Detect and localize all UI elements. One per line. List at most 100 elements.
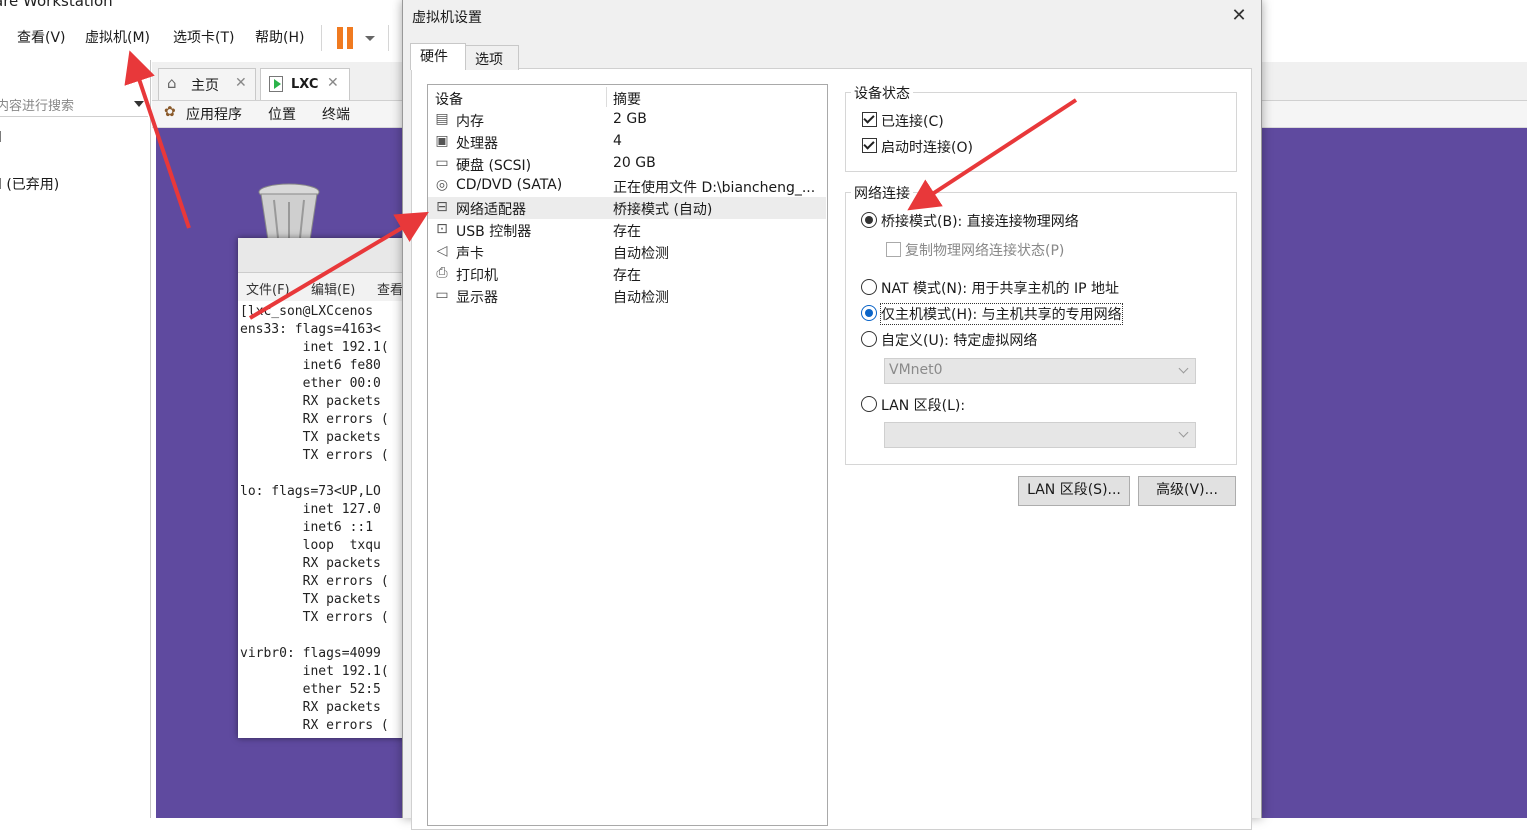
terminal-menu-edit[interactable]: 编辑(E) <box>311 279 355 298</box>
menu-view[interactable]: 查看(V) <box>17 27 66 47</box>
library-item-deprecated[interactable]: l (已弃用) <box>0 174 59 194</box>
device-list-header: 设备 摘要 <box>428 85 827 109</box>
tab-lxc[interactable]: LXC ✕ <box>260 68 350 100</box>
lan-segments-button[interactable]: LAN 区段(S)... <box>1018 476 1130 506</box>
pause-icon <box>337 27 343 49</box>
terminal-menu-file[interactable]: 文件(F) <box>246 279 290 298</box>
search-input[interactable]: 内容进行搜索 <box>0 92 148 117</box>
terminal-line: [lxc_son@LXCcenos <box>240 304 374 319</box>
close-icon[interactable]: ✕ <box>235 75 247 91</box>
terminal-line: lo: flags=73<UP,LO <box>240 484 381 499</box>
pause-button[interactable] <box>336 15 378 59</box>
lan-segment-select[interactable] <box>884 422 1196 448</box>
library-item[interactable]: l <box>0 130 2 146</box>
terminal-line: inet6 fe80 <box>240 358 381 373</box>
tab-home[interactable]: ⌂ 主页 ✕ <box>158 68 256 100</box>
device-row[interactable]: ◎ CD/DVD (SATA) 正在使用文件 D:\biancheng_... <box>428 175 826 197</box>
device-row[interactable]: ▭ 硬盘 (SCSI) 20 GB <box>428 153 826 175</box>
device-row[interactable]: ▤ 内存 2 GB <box>428 109 826 131</box>
custom-network-select[interactable]: VMnet0 <box>884 358 1196 384</box>
terminal-line: ether 00:0 <box>240 376 381 391</box>
guest-menu-terminal[interactable]: 终端 <box>322 104 350 124</box>
device-name: 显示器 <box>456 290 498 306</box>
terminal-menu-view[interactable]: 查看 <box>377 279 403 298</box>
terminal-menu-bar: 文件(F) 编辑(E) 查看 <box>238 273 408 301</box>
menu-help[interactable]: 帮助(H) <box>255 27 304 47</box>
connect-on-power-label[interactable]: 启动时连接(O) <box>881 137 973 157</box>
vm-settings-dialog: 虚拟机设置 ✕ 硬件 选项 设备 摘要 ▤ 内存 2 GB ▣ 处理器 4 ▭ 硬盘 (SCS… <box>402 0 1262 830</box>
custom-network-value: VMnet0 <box>889 362 943 378</box>
connect-on-power-checkbox[interactable] <box>862 138 877 153</box>
tab-options-label: 选项 <box>475 52 503 68</box>
menu-vm[interactable]: 虚拟机(M) <box>85 27 150 47</box>
device-status-label: 设备状态 <box>851 83 913 103</box>
terminal-line: RX packets <box>240 394 381 409</box>
device-name: 打印机 <box>456 268 498 284</box>
device-row[interactable]: ⊟ 网络适配器 桥接模式 (自动) <box>428 197 826 219</box>
guest-menu-places[interactable]: 位置 <box>268 104 296 124</box>
replicate-state-label[interactable]: 复制物理网络连接状态(P) <box>905 240 1064 260</box>
device-name: USB 控制器 <box>456 224 532 240</box>
terminal-title-bar[interactable] <box>238 238 408 273</box>
connected-label[interactable]: 已连接(C) <box>881 111 944 131</box>
device-row[interactable]: ▣ 处理器 4 <box>428 131 826 153</box>
window-title: are Workstation <box>0 0 113 10</box>
column-device[interactable]: 设备 <box>435 89 463 109</box>
close-icon[interactable]: ✕ <box>1227 4 1251 28</box>
nat-radio[interactable] <box>861 279 877 295</box>
terminal-line: ether 52:5 <box>240 682 381 697</box>
chevron-down-icon[interactable] <box>365 36 375 41</box>
tab-hardware[interactable]: 硬件 <box>410 43 466 70</box>
hard-disk-icon: ▭ <box>435 155 449 171</box>
device-name: CD/DVD (SATA) <box>456 177 563 193</box>
device-list[interactable]: 设备 摘要 ▤ 内存 2 GB ▣ 处理器 4 ▭ 硬盘 (SCSI) 20 GB ◎ CD/DVD… <box>427 84 828 826</box>
device-summary: 存在 <box>613 224 641 240</box>
nat-label[interactable]: NAT 模式(N): 用于共享主机的 IP 地址 <box>881 278 1119 298</box>
terminal-window[interactable]: 文件(F) 编辑(E) 查看 [lxc_son@LXCcenos ens33: f… <box>238 238 408 738</box>
bridged-radio[interactable] <box>861 212 877 228</box>
custom-radio[interactable] <box>861 331 877 347</box>
chevron-down-icon <box>1178 427 1189 438</box>
close-icon[interactable]: ✕ <box>327 75 339 91</box>
close-icon[interactable]: ✕ <box>136 66 148 78</box>
terminal-line: inet6 ::1 <box>240 520 374 535</box>
chevron-down-icon[interactable] <box>134 101 144 107</box>
bridged-label[interactable]: 桥接模式(B): 直接连接物理网络 <box>881 211 1079 231</box>
terminal-line: TX packets <box>240 430 381 445</box>
device-summary: 自动检测 <box>613 246 669 262</box>
trash-icon[interactable] <box>256 182 322 244</box>
device-summary: 4 <box>613 133 622 149</box>
terminal-line: virbr0: flags=4099 <box>240 646 381 661</box>
replicate-state-checkbox[interactable] <box>886 242 901 257</box>
menu-tabs[interactable]: 选项卡(T) <box>173 27 234 47</box>
terminal-line: RX errors ( <box>240 718 389 733</box>
device-row[interactable]: ⎙ 打印机 存在 <box>428 263 826 285</box>
lan-segment-label[interactable]: LAN 区段(L): <box>881 395 965 415</box>
host-only-radio[interactable] <box>861 305 877 321</box>
guest-menu-apps[interactable]: 应用程序 <box>186 104 242 124</box>
device-summary: 桥接模式 (自动) <box>613 202 713 218</box>
device-name: 内存 <box>456 114 484 130</box>
lan-segment-radio[interactable] <box>861 396 877 412</box>
device-row[interactable]: ▭ 显示器 自动检测 <box>428 285 826 307</box>
device-summary: 正在使用文件 D:\biancheng_... <box>613 180 816 196</box>
device-row[interactable]: ◁ 声卡 自动检测 <box>428 241 826 263</box>
tab-options[interactable]: 选项 <box>465 45 519 70</box>
host-only-label[interactable]: 仅主机模式(H): 与主机共享的专用网络 <box>880 303 1123 325</box>
device-status-group <box>845 92 1237 172</box>
memory-icon: ▤ <box>435 111 449 127</box>
terminal-output[interactable]: [lxc_son@LXCcenos ens33: flags=4163< inet… <box>240 303 389 735</box>
column-summary[interactable]: 摘要 <box>613 89 641 109</box>
device-row[interactable]: ⊡ USB 控制器 存在 <box>428 219 826 241</box>
terminal-line: inet 192.1( <box>240 340 389 355</box>
tab-lxc-label: LXC <box>291 77 319 92</box>
apps-icon: ✿ <box>164 104 176 120</box>
terminal-line: ens33: flags=4163< <box>240 322 381 337</box>
connected-checkbox[interactable] <box>862 112 877 127</box>
custom-label[interactable]: 自定义(U): 特定虚拟网络 <box>881 330 1037 350</box>
advanced-button[interactable]: 高级(V)... <box>1138 476 1236 506</box>
dialog-title: 虚拟机设置 <box>412 10 482 26</box>
terminal-line: inet 192.1( <box>240 664 389 679</box>
